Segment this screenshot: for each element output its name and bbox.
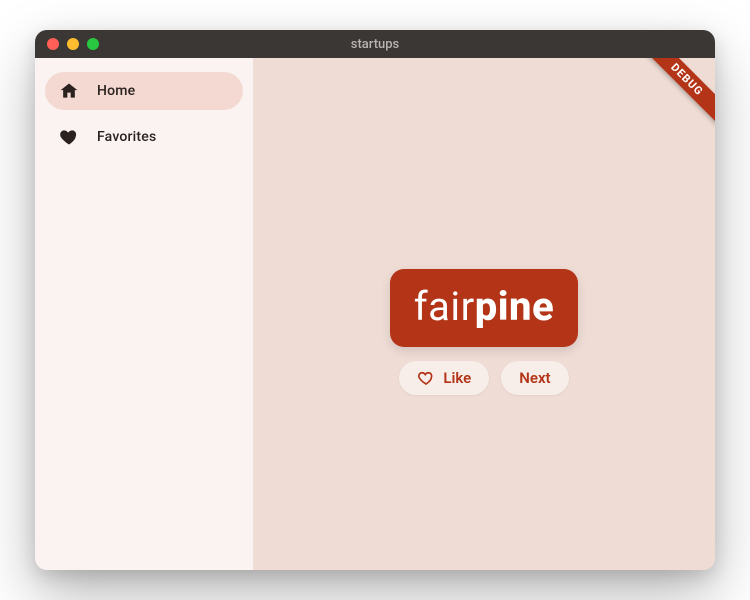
- sidebar-item-home[interactable]: Home: [45, 72, 243, 110]
- sidebar: Home Favorites: [35, 58, 253, 570]
- window-title: startups: [35, 37, 715, 52]
- startup-name-part2: pine: [475, 283, 555, 330]
- like-button[interactable]: Like: [399, 361, 489, 395]
- startup-logo-card: fairpine: [390, 269, 578, 347]
- app-window: startups Home Favorites DEBU: [35, 30, 715, 570]
- sidebar-item-favorites[interactable]: Favorites: [45, 118, 243, 156]
- window-controls: [47, 38, 99, 50]
- titlebar: startups: [35, 30, 715, 58]
- close-window-button[interactable]: [47, 38, 59, 50]
- next-button-label: Next: [519, 369, 550, 387]
- main-panel: DEBUG fairpine Like: [253, 58, 715, 570]
- startup-name: fairpine: [414, 283, 554, 330]
- debug-banner: DEBUG: [638, 58, 715, 129]
- sidebar-item-label: Favorites: [97, 129, 156, 145]
- heart-icon: [59, 127, 79, 147]
- zoom-window-button[interactable]: [87, 38, 99, 50]
- like-button-label: Like: [443, 369, 471, 387]
- next-button[interactable]: Next: [501, 361, 568, 395]
- sidebar-item-label: Home: [97, 83, 135, 99]
- action-row: Like Next: [399, 361, 568, 395]
- startup-name-part1: fair: [414, 283, 475, 330]
- home-icon: [59, 81, 79, 101]
- minimize-window-button[interactable]: [67, 38, 79, 50]
- heart-outline-icon: [417, 369, 435, 387]
- content-area: Home Favorites DEBUG fairpine: [35, 58, 715, 570]
- startup-card-group: fairpine Like Next: [390, 269, 578, 395]
